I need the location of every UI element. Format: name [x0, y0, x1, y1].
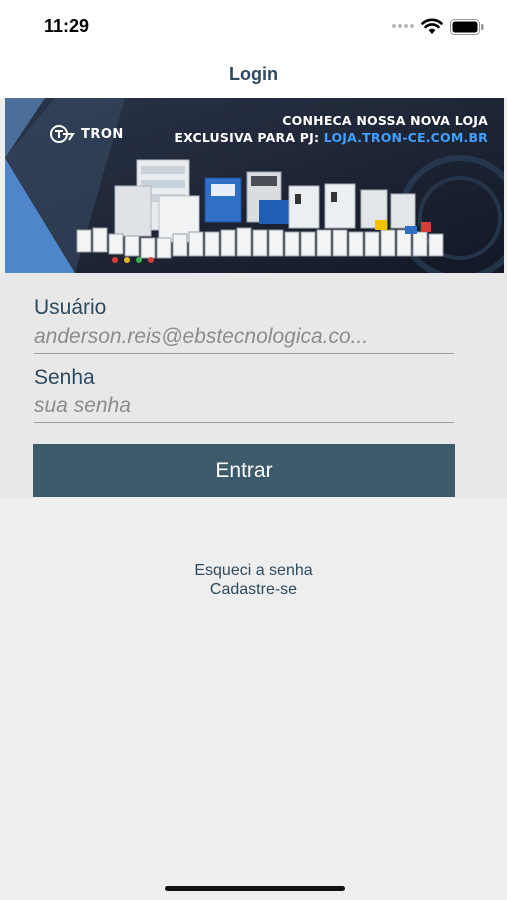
- promo-url-link[interactable]: LOJA.TRON-CE.COM.BR: [324, 130, 488, 145]
- tron-logo-icon: [50, 125, 75, 143]
- password-label: Senha: [34, 366, 95, 389]
- wifi-icon: [421, 18, 443, 34]
- user-label: Usuário: [34, 296, 107, 319]
- status-time: 11:29: [44, 16, 90, 36]
- promo-banner[interactable]: TRON CONHECA NOSSA NOVA LOJA EXCLUSIVA P…: [5, 98, 504, 273]
- electrical-products-image: [76, 159, 444, 263]
- page-title: Login: [229, 64, 278, 84]
- password-input[interactable]: [34, 394, 454, 423]
- home-indicator[interactable]: [165, 886, 345, 891]
- promo-line-1: CONHECA NOSSA NOVA LOJA: [282, 113, 488, 128]
- user-input[interactable]: anderson.reis@ebstecnologica.co...: [34, 325, 454, 354]
- navigation-bar: Login: [0, 50, 507, 98]
- promo-line-2: EXCLUSIVA PARA PJ:: [174, 130, 324, 145]
- tron-logo: TRON: [49, 124, 124, 144]
- cellular-signal-icon: [392, 24, 414, 28]
- register-link[interactable]: Cadastre-se: [0, 581, 507, 599]
- login-form: Usuário anderson.reis@ebstecnologica.co.…: [0, 273, 507, 497]
- brand-name: TRON: [81, 126, 124, 142]
- status-bar: 11:29: [0, 0, 507, 50]
- login-button[interactable]: Entrar: [33, 444, 455, 497]
- promo-text: CONHECA NOSSA NOVA LOJA EXCLUSIVA PARA P…: [174, 112, 488, 146]
- battery-icon: [450, 19, 484, 35]
- forgot-password-link[interactable]: Esqueci a senha: [0, 562, 507, 580]
